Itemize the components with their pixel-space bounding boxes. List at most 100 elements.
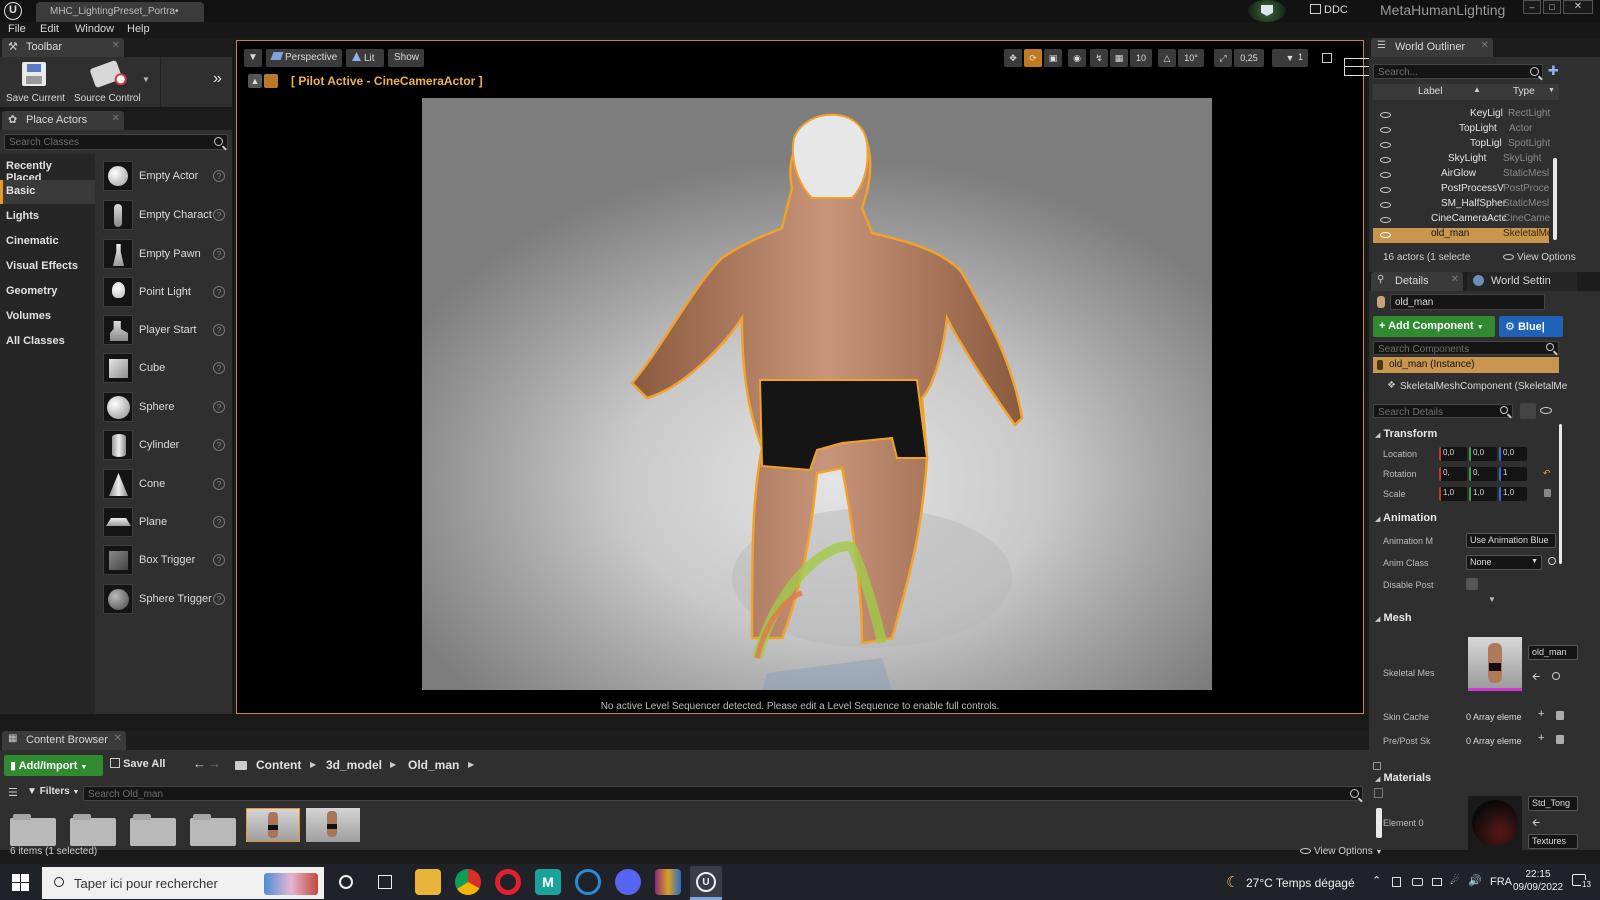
category-lights[interactable]: Lights <box>0 205 95 229</box>
menu-help[interactable]: Help <box>127 23 150 35</box>
outliner-row[interactable]: SkyLight SkyLight <box>1373 153 1549 168</box>
visibility-eye-icon[interactable] <box>1380 112 1391 118</box>
section-transform[interactable]: ◢ Transform <box>1373 425 1559 443</box>
folder-item[interactable] <box>70 814 116 846</box>
visibility-eye-icon[interactable] <box>1380 172 1391 178</box>
actor-item-point-light[interactable]: Point Light ? <box>101 275 229 311</box>
folder-item[interactable] <box>130 814 176 846</box>
help-icon[interactable]: ? <box>213 362 225 374</box>
back-arrow-icon[interactable]: ← <box>193 756 206 771</box>
tab-content-browser[interactable]: ▦ Content Browser ✕ <box>2 731 126 750</box>
help-icon[interactable]: ? <box>213 554 225 566</box>
visibility-eye-icon[interactable] <box>1380 232 1391 238</box>
help-icon[interactable]: ? <box>213 439 225 451</box>
forward-arrow-icon[interactable]: → <box>208 756 221 771</box>
cortana-icon[interactable] <box>339 875 353 889</box>
menu-edit[interactable]: Edit <box>40 23 59 35</box>
disable-post-checkbox[interactable] <box>1466 578 1478 590</box>
scale-snap-value[interactable]: 0,25 <box>1234 49 1264 67</box>
ddc-indicator[interactable]: DDC <box>1310 4 1348 16</box>
tab-place-actors[interactable]: ✿ Place Actors ✕ <box>2 111 124 130</box>
grid-snap-icon[interactable]: ▦ <box>1110 49 1128 67</box>
show-button[interactable]: Show <box>388 49 424 67</box>
visibility-eye-icon[interactable] <box>1380 127 1391 133</box>
component-instance-row[interactable]: old_man (Instance) <box>1373 357 1559 373</box>
breadcrumb-content[interactable]: Content <box>256 758 301 772</box>
actor-item-empty-actor[interactable]: Empty Actor ? <box>101 159 229 195</box>
source-control-dropdown-icon[interactable]: ▼ <box>142 75 150 84</box>
windows-start-icon[interactable] <box>12 874 29 891</box>
help-icon[interactable]: ? <box>213 478 225 490</box>
ccleaner-icon[interactable] <box>575 869 601 895</box>
category-basic[interactable]: Basic <box>0 180 95 204</box>
category-visual-effects[interactable]: Visual Effects <box>0 255 95 279</box>
actor-item-sphere[interactable]: Sphere ? <box>101 390 229 426</box>
help-icon[interactable]: ? <box>213 286 225 298</box>
breadcrumb-separator-icon[interactable]: ▶ <box>468 760 474 769</box>
actor-item-player-start[interactable]: Player Start ? <box>101 313 229 349</box>
breadcrumb-3d-model[interactable]: 3d_model <box>326 758 382 772</box>
col-type-header[interactable]: Type <box>1513 86 1535 97</box>
scale-snap-icon[interactable]: ⤢ <box>1214 49 1232 67</box>
source-control-button[interactable]: Source Control <box>72 59 142 104</box>
minimize-button[interactable]: – <box>1523 0 1541 14</box>
search-details-input[interactable]: Search Details <box>1373 404 1513 418</box>
tray-app-icon[interactable] <box>1392 877 1401 887</box>
clock[interactable]: 22:15 09/09/2022 <box>1512 866 1564 898</box>
breadcrumb-separator-icon[interactable]: ▶ <box>310 760 316 769</box>
close-icon[interactable]: ✕ <box>114 733 122 744</box>
menu-window[interactable]: Window <box>75 23 114 35</box>
source-control-status-icon[interactable] <box>1248 0 1286 22</box>
tab-world-outliner[interactable]: ☰ World Outliner ✕ <box>1371 38 1493 57</box>
actor-item-cone[interactable]: Cone ? <box>101 467 229 503</box>
outliner-view-options[interactable]: View Options <box>1503 252 1576 263</box>
details-scrollbar[interactable] <box>1559 424 1562 564</box>
outliner-row[interactable]: KeyLigl RectLight <box>1373 108 1550 123</box>
save-all-button[interactable]: Save All <box>110 758 165 770</box>
asset-thumbnail-selected[interactable] <box>246 808 300 842</box>
outliner-row[interactable]: TopLight Actor <box>1373 123 1549 138</box>
material-thumbnail[interactable] <box>1468 796 1522 850</box>
close-icon[interactable]: ✕ <box>112 40 120 51</box>
folder-item[interactable] <box>190 814 236 846</box>
opera-icon[interactable] <box>495 869 521 895</box>
reset-arrow-icon[interactable]: ↶ <box>1543 468 1551 479</box>
content-search-input[interactable]: Search Old_man <box>83 786 1363 801</box>
use-selected-arrow-icon[interactable]: 🡨 <box>1532 816 1540 833</box>
file-explorer-icon[interactable] <box>415 869 441 895</box>
add-actor-icon[interactable]: ✚ <box>1548 63 1559 79</box>
close-icon[interactable]: ✕ <box>1451 274 1459 285</box>
component-row[interactable]: ❖ SkeletalMeshComponent (SkeletalMe <box>1373 379 1567 395</box>
close-window-button[interactable]: ✕ <box>1563 0 1593 14</box>
asset-thumbnail[interactable] <box>306 808 360 842</box>
world-local-icon[interactable]: ◉ <box>1068 49 1086 67</box>
outliner-row-selected[interactable]: old_man SkeletalMe <box>1373 228 1552 243</box>
actor-item-plane[interactable]: Plane ? <box>101 505 229 541</box>
section-mesh[interactable]: ◢ Mesh <box>1373 609 1559 627</box>
outliner-row[interactable]: PostProcessV PostProce <box>1373 183 1549 198</box>
material-dropdown[interactable]: Std_Tong <box>1528 796 1578 811</box>
add-element-icon[interactable]: + <box>1538 732 1544 744</box>
help-icon[interactable]: ? <box>213 593 225 605</box>
visibility-eye-icon[interactable] <box>1380 217 1391 223</box>
save-search-icon[interactable] <box>1374 788 1383 798</box>
outliner-search-input[interactable]: Search... <box>1373 64 1543 79</box>
trash-icon[interactable] <box>1556 735 1564 744</box>
task-view-icon[interactable] <box>378 875 392 889</box>
actor-item-sphere-trigger[interactable]: Sphere Trigger ? <box>101 582 229 618</box>
section-animation[interactable]: ◢ Animation <box>1373 509 1559 527</box>
category-all-classes[interactable]: All Classes <box>0 330 95 354</box>
trash-icon[interactable] <box>1556 711 1564 720</box>
rotation-label[interactable]: Rotation <box>1383 469 1417 479</box>
scale-tool-icon[interactable]: ▣ <box>1044 49 1062 67</box>
add-component-button[interactable]: + Add Component ▼ <box>1373 316 1495 337</box>
outliner-row[interactable]: TopLigl SpotLight <box>1373 138 1550 153</box>
winrar-icon[interactable] <box>655 869 681 895</box>
translate-tool-icon[interactable]: ✥ <box>1004 49 1022 67</box>
location-x-field[interactable]: 0,0 <box>1439 447 1467 461</box>
battery-icon[interactable] <box>1432 878 1442 886</box>
perspective-button[interactable]: Perspective <box>266 49 342 67</box>
tray-expand-icon[interactable]: ⌃ <box>1372 874 1381 887</box>
maximize-button[interactable]: □ <box>1543 0 1561 14</box>
maximize-viewport-icon[interactable] <box>1322 53 1332 63</box>
